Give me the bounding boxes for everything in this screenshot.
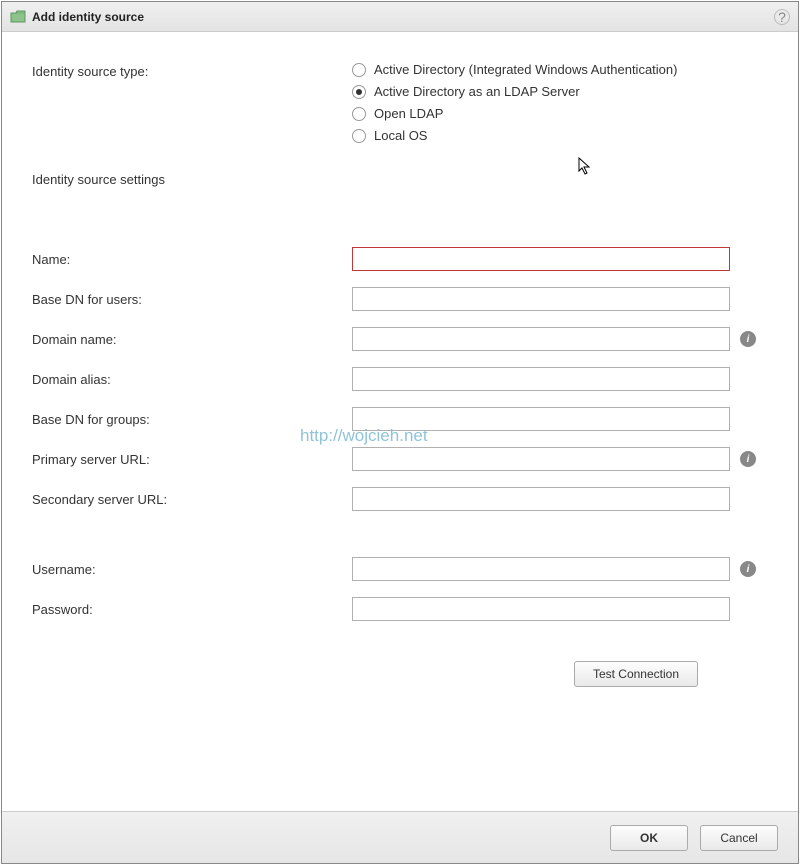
password-input[interactable]: [352, 597, 730, 621]
radio-label: Open LDAP: [374, 106, 443, 121]
radio-icon: [352, 85, 366, 99]
dialog-titlebar: Add identity source ?: [2, 2, 798, 32]
source-type-label: Identity source type:: [32, 62, 352, 79]
ok-button[interactable]: OK: [610, 825, 688, 851]
base-dn-users-label: Base DN for users:: [32, 292, 352, 307]
dialog-title: Add identity source: [32, 10, 774, 24]
domain-name-label: Domain name:: [32, 332, 352, 347]
base-dn-users-input[interactable]: [352, 287, 730, 311]
cancel-button[interactable]: Cancel: [700, 825, 778, 851]
help-icon[interactable]: ?: [774, 9, 790, 25]
radio-ad-integrated[interactable]: Active Directory (Integrated Windows Aut…: [352, 62, 768, 77]
radio-label: Active Directory as an LDAP Server: [374, 84, 580, 99]
secondary-url-label: Secondary server URL:: [32, 492, 352, 507]
dialog-footer: OK Cancel: [2, 811, 798, 863]
info-icon[interactable]: i: [740, 331, 756, 347]
radio-icon: [352, 107, 366, 121]
username-label: Username:: [32, 562, 352, 577]
radio-open-ldap[interactable]: Open LDAP: [352, 106, 768, 121]
primary-url-input[interactable]: [352, 447, 730, 471]
base-dn-groups-label: Base DN for groups:: [32, 412, 352, 427]
name-input[interactable]: [352, 247, 730, 271]
radio-icon: [352, 129, 366, 143]
secondary-url-input[interactable]: [352, 487, 730, 511]
radio-local-os[interactable]: Local OS: [352, 128, 768, 143]
password-label: Password:: [32, 602, 352, 617]
username-input[interactable]: [352, 557, 730, 581]
add-identity-source-dialog: Add identity source ? Identity source ty…: [1, 1, 799, 864]
domain-name-input[interactable]: [352, 327, 730, 351]
folder-icon: [10, 10, 26, 24]
test-connection-button[interactable]: Test Connection: [574, 661, 698, 687]
radio-label: Active Directory (Integrated Windows Aut…: [374, 62, 677, 77]
radio-ad-ldap[interactable]: Active Directory as an LDAP Server: [352, 84, 768, 99]
info-icon[interactable]: i: [740, 561, 756, 577]
domain-alias-input[interactable]: [352, 367, 730, 391]
dialog-content: Identity source type: Active Directory (…: [2, 32, 798, 811]
base-dn-groups-input[interactable]: [352, 407, 730, 431]
radio-label: Local OS: [374, 128, 427, 143]
radio-icon: [352, 63, 366, 77]
info-icon[interactable]: i: [740, 451, 756, 467]
domain-alias-label: Domain alias:: [32, 372, 352, 387]
primary-url-label: Primary server URL:: [32, 452, 352, 467]
settings-label: Identity source settings: [32, 172, 768, 187]
name-label: Name:: [32, 252, 352, 267]
